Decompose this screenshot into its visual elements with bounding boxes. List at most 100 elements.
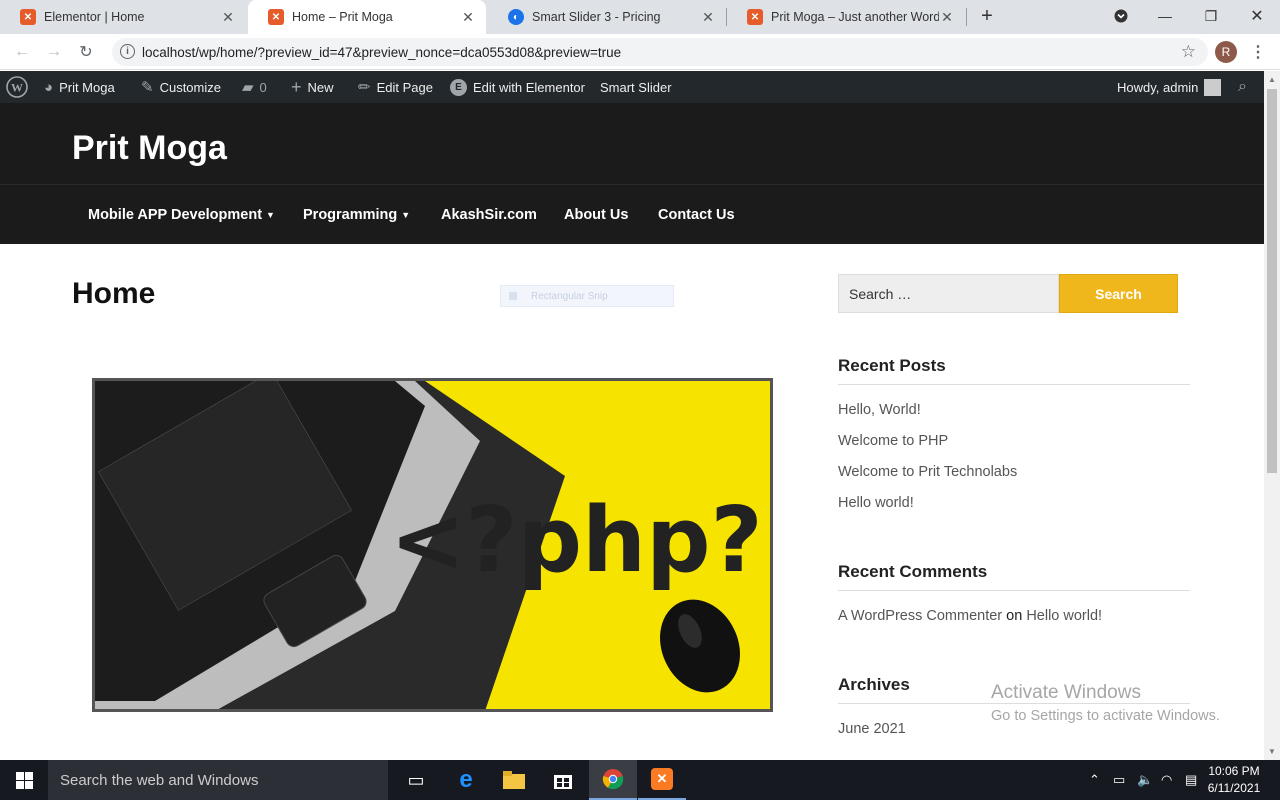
scroll-up-icon[interactable]: ▲ — [1268, 75, 1276, 84]
chrome-icon[interactable] — [589, 760, 637, 800]
comment-author-link[interactable]: A WordPress Commenter — [838, 608, 1002, 624]
admin-bar-edit-page[interactable]: ✏ Edit Page — [358, 71, 433, 103]
avatar-icon — [1204, 78, 1222, 96]
admin-bar-search-icon[interactable]: ⌕ — [1238, 71, 1247, 103]
page-scrollbar[interactable]: ▲ ▼ — [1264, 71, 1280, 760]
file-explorer-icon[interactable] — [490, 760, 538, 800]
admin-bar-site-name[interactable]: ◕ Prit Moga — [44, 71, 115, 103]
notifications-icon[interactable]: ▤ — [1185, 760, 1197, 800]
new-tab-button[interactable]: + — [964, 0, 1010, 32]
tab-label: Home – Prit Moga — [292, 10, 393, 24]
bookmark-star-icon[interactable]: ☆ — [1181, 42, 1196, 62]
profile-avatar[interactable]: R — [1215, 41, 1237, 63]
tab-close-icon[interactable]: ✕ — [939, 9, 955, 26]
minimize-icon[interactable]: — — [1142, 0, 1188, 32]
xampp-icon[interactable]: ✕ — [638, 760, 686, 800]
volume-icon[interactable]: 🔈 — [1137, 760, 1153, 800]
xampp-favicon-icon: ✕ — [747, 9, 763, 25]
snip-icon — [509, 292, 517, 300]
tab-elementor-home[interactable]: ✕ Elementor | Home ✕ — [0, 0, 246, 34]
tab-label: Prit Moga – Just another WordPr — [771, 10, 939, 24]
browser-menu-icon[interactable]: ⋮ — [1250, 42, 1266, 62]
tab-home-prit-moga[interactable]: ✕ Home – Prit Moga ✕ — [248, 0, 486, 34]
nav-mobile-app-development[interactable]: Mobile APP Development ▼ — [88, 185, 275, 245]
site-title[interactable]: Prit Moga — [72, 129, 227, 168]
rectangular-snip-overlay: Rectangular Snip — [500, 285, 674, 307]
admin-bar-customize[interactable]: ✎ Customize — [141, 71, 221, 103]
chevron-down-icon: ▼ — [266, 210, 275, 220]
snip-label: Rectangular Snip — [531, 290, 608, 302]
nav-label: Programming — [303, 207, 398, 223]
nav-programming[interactable]: Programming ▼ — [303, 185, 410, 245]
recent-post-link[interactable]: Hello, World! — [838, 402, 921, 418]
recent-post-link[interactable]: Hello world! — [838, 495, 914, 511]
scroll-down-icon[interactable]: ▼ — [1268, 747, 1276, 756]
admin-bar-comments[interactable]: ▰ 0 — [242, 71, 267, 103]
back-arrow-icon[interactable]: ← — [10, 41, 34, 63]
tab-search-icon[interactable] — [1098, 0, 1144, 32]
plus-icon: + — [291, 76, 302, 97]
site-name-label: Prit Moga — [59, 79, 115, 95]
activate-windows-watermark: Activate Windows Go to Settings to activ… — [991, 682, 1220, 724]
nav-about-us[interactable]: About Us — [564, 185, 628, 245]
address-bar[interactable]: i localhost/wp/home/?preview_id=47&previ… — [112, 38, 1208, 66]
scroll-thumb[interactable] — [1267, 89, 1277, 473]
restore-icon[interactable]: ❐ — [1188, 0, 1234, 32]
wordpress-logo-icon[interactable]: W — [6, 71, 28, 103]
comment-bubble-icon: ▰ — [242, 79, 254, 96]
nav-label: About Us — [564, 207, 629, 223]
recent-comments-title: Recent Comments — [838, 562, 988, 581]
xampp-favicon-icon: ✕ — [268, 9, 284, 25]
page-title: Home — [72, 277, 156, 310]
nav-label: Contact Us — [658, 207, 735, 223]
comments-count: 0 — [259, 79, 267, 95]
taskbar-search-input[interactable]: Search the web and Windows — [48, 760, 388, 800]
search-placeholder: Search … — [849, 285, 912, 302]
tab-smart-slider-pricing[interactable]: ◐ Smart Slider 3 - Pricing ✕ — [488, 0, 726, 34]
windows-start-icon[interactable] — [0, 760, 48, 800]
admin-bar-account[interactable]: Howdy, admin — [1117, 71, 1222, 103]
archive-link[interactable]: June 2021 — [838, 721, 906, 737]
browser-tab-strip: ✕ Elementor | Home ✕ ✕ Home – Prit Moga … — [0, 0, 1280, 34]
edit-elementor-label: Edit with Elementor — [473, 79, 585, 95]
nav-label: Mobile APP Development — [88, 207, 263, 223]
tab-close-icon[interactable]: ✕ — [220, 9, 236, 26]
clock-date: 6/11/2021 — [1207, 781, 1261, 795]
recent-post-link[interactable]: Welcome to PHP — [838, 433, 948, 449]
recent-post-link[interactable]: Welcome to Prit Technolabs — [838, 464, 1017, 480]
edge-icon[interactable]: e — [442, 760, 490, 800]
show-hidden-icons[interactable]: ⌃ — [1089, 760, 1100, 800]
recent-comment-item: A WordPress Commenter on Hello world! — [838, 608, 1102, 624]
admin-bar-new[interactable]: + New — [291, 71, 334, 103]
nav-akashsir[interactable]: AkashSir.com — [441, 185, 537, 245]
chevron-down-icon: ▼ — [401, 210, 411, 220]
admin-bar-smart-slider[interactable]: Smart Slider — [600, 71, 672, 103]
clock-time: 10:06 PM — [1208, 764, 1260, 778]
new-label: New — [307, 79, 334, 95]
tab-close-icon[interactable]: ✕ — [700, 9, 716, 26]
admin-bar-edit-elementor[interactable]: E Edit with Elementor — [450, 71, 585, 103]
nav-label: AkashSir.com — [441, 207, 537, 223]
tab-prit-moga-wordpress[interactable]: ✕ Prit Moga – Just another WordPr ✕ — [727, 0, 965, 34]
tab-close-icon[interactable]: ✕ — [460, 9, 476, 26]
battery-icon[interactable]: ▭ — [1113, 760, 1125, 800]
nav-contact-us[interactable]: Contact Us — [658, 185, 735, 245]
reload-icon[interactable]: ↻ — [74, 41, 98, 63]
search-button[interactable]: Search — [1059, 274, 1178, 313]
windows-taskbar: Search the web and Windows ▭ e ✕ ⌃ ▭ 🔈 ◠… — [0, 760, 1280, 800]
comment-post-link[interactable]: Hello world! — [1026, 608, 1102, 624]
forward-arrow-icon[interactable]: → — [42, 41, 66, 63]
search-input[interactable]: Search … — [838, 274, 1059, 313]
taskbar-clock[interactable]: 10:06 PM 6/11/2021 — [1202, 763, 1266, 797]
store-icon[interactable] — [539, 760, 587, 800]
paintbrush-icon: ✎ — [141, 79, 154, 96]
info-icon[interactable]: i — [120, 44, 135, 59]
elementor-icon: E — [450, 78, 467, 96]
howdy-label: Howdy, admin — [1117, 79, 1199, 95]
recent-posts-title: Recent Posts — [838, 356, 946, 375]
wifi-icon[interactable]: ◠ — [1161, 760, 1172, 800]
main-navigation: Mobile APP Development ▼ Programming ▼ Aka… — [0, 184, 1264, 244]
task-view-icon[interactable]: ▭ — [392, 760, 440, 800]
customize-label: Customize — [159, 79, 221, 95]
close-window-icon[interactable]: ✕ — [1234, 0, 1280, 32]
